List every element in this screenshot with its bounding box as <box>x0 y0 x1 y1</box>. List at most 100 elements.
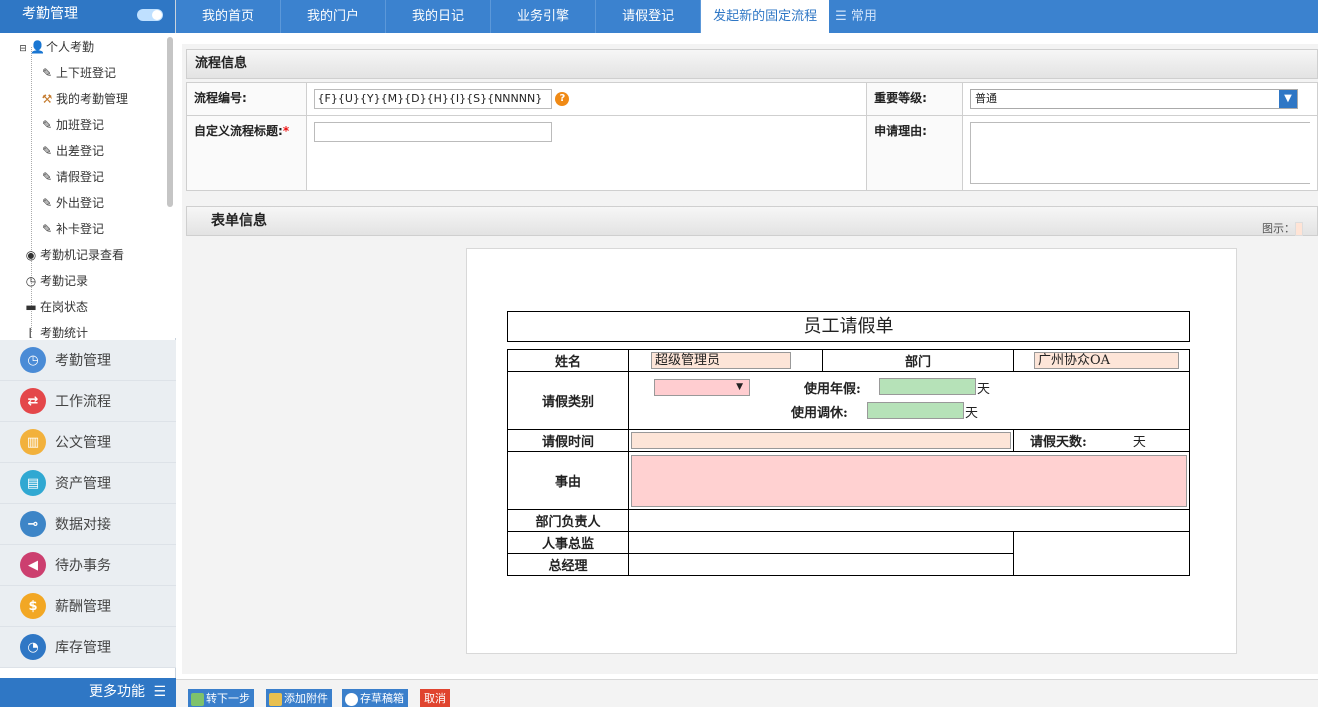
annual-day-unit: 天 <box>977 382 991 397</box>
flow-no-label: 流程编号: <box>186 82 307 116</box>
name-field[interactable]: 超级管理员 <box>651 352 791 369</box>
tree-item-leave[interactable]: ✎ 请假登记 <box>40 166 104 188</box>
menu-data-integration[interactable]: ⊸ 数据对接 <box>0 504 176 545</box>
leave-form-title: 员工请假单 <box>507 311 1190 342</box>
form-paper: 员工请假单 姓名 超级管理员 部门 广州协众OA 请假类别 ▼ 使用年假: 天 … <box>466 248 1237 654</box>
menu-label: 待办事务 <box>55 558 111 574</box>
asset-icon: ▤ <box>20 470 46 496</box>
reason-field[interactable] <box>631 454 1187 507</box>
tree-scrollbar[interactable] <box>167 37 173 207</box>
workflow-icon: ⇄ <box>20 388 46 414</box>
menu-label: 数据对接 <box>55 517 111 533</box>
menu-inventory[interactable]: ◔ 库存管理 <box>0 627 176 668</box>
tree-item-label: 考勤统计 <box>40 326 89 338</box>
collapse-icon[interactable]: ⊟ <box>18 38 28 60</box>
legend-label: 图示： <box>1262 222 1295 235</box>
user-icon: 👤 <box>30 40 45 54</box>
tab-portal[interactable]: 我的门户 <box>281 0 387 33</box>
more-functions-label: 更多功能 <box>88 684 145 700</box>
add-attachment-button[interactable]: 添加附件 <box>266 689 332 707</box>
tab-business-engine[interactable]: 业务引擎 <box>491 0 597 33</box>
required-star: * <box>282 124 290 138</box>
toggle-knob-icon <box>152 10 162 20</box>
tab-home[interactable]: 我的首页 <box>176 0 282 33</box>
tree-item-overtime[interactable]: ✎ 加班登记 <box>40 114 104 136</box>
comp-leave-field[interactable] <box>867 402 964 419</box>
tab-new-fixed-flow[interactable]: 发起新的固定流程 <box>701 0 830 33</box>
module-menu: ◷ 考勤管理 ⇄ 工作流程 ▥ 公文管理 ▤ 资产管理 ⊸ 数据对接 ◀ 待办事务 $ 薪酬管… <box>0 340 176 668</box>
importance-label: 重要等级: <box>866 82 963 116</box>
flow-info-title: 流程信息 <box>195 56 248 71</box>
tree-item-my-attendance[interactable]: ⚒ 我的考勤管理 <box>40 88 128 110</box>
app-window: 考勤管理 ⊟ 👤个人考勤 ✎ 上下班登记 ⚒ 我的考勤管理 ✎ 加班登记 ✎ 出差登记 ✎… <box>0 0 1318 707</box>
comp-leave-label: 使用调休: <box>791 406 848 421</box>
legend: 图示： <box>1262 215 1303 243</box>
more-functions-button[interactable]: 更多功能 ☰ <box>0 678 176 707</box>
help-icon[interactable]: ? <box>555 92 570 106</box>
tree-item-business-trip[interactable]: ✎ 出差登记 <box>40 140 104 162</box>
menu-todo[interactable]: ◀ 待办事务 <box>0 545 176 586</box>
menu-assets[interactable]: ▤ 资产管理 <box>0 463 176 504</box>
tree-item-on-duty[interactable]: ▬ 在岗状态 <box>24 296 88 318</box>
flow-info-header: 流程信息 <box>186 49 1318 79</box>
tree-item-machine-records[interactable]: ◉ 考勤机记录查看 <box>24 244 124 266</box>
comp-day-unit: 天 <box>965 406 979 421</box>
document-icon: ▥ <box>20 429 46 455</box>
next-step-button[interactable]: 转下一步 <box>188 689 254 707</box>
tree-item-statistics[interactable]: ⌊ 考勤统计 <box>24 322 88 338</box>
dept-field[interactable]: 广州协众OA <box>1034 352 1179 369</box>
signature-cell <box>1013 531 1190 576</box>
tree-item-outing[interactable]: ✎ 外出登记 <box>40 192 104 214</box>
flow-no-input[interactable]: {F}{U}{Y}{M}{D}{H}{I}{S}{NNNNN} <box>313 89 552 109</box>
edit-icon: ✎ <box>41 118 53 132</box>
tab-common[interactable]: ☰ 常用 <box>829 0 883 33</box>
edit-icon: ✎ <box>41 144 53 158</box>
tab-leave-register[interactable]: 请假登记 <box>596 0 702 33</box>
tree-item-clock-in[interactable]: ✎ 上下班登记 <box>40 62 116 84</box>
tree-item-label: 在岗状态 <box>40 300 89 314</box>
tree-item-label: 考勤记录 <box>40 274 89 288</box>
tree-root-personal-attendance[interactable]: ⊟ 👤个人考勤 <box>18 36 94 58</box>
importance-value: 普通 <box>975 92 997 105</box>
menu-workflow[interactable]: ⇄ 工作流程 <box>0 381 176 422</box>
main-content: 流程信息 流程编号: {F}{U}{Y}{M}{D}{H}{I}{S}{NNNN… <box>182 44 1318 674</box>
reason-textarea[interactable] <box>970 122 1310 184</box>
name-label: 姓名 <box>507 349 629 372</box>
leave-type-select[interactable]: ▼ <box>654 379 750 396</box>
edit-icon: ✎ <box>41 66 53 80</box>
sidebar-toggle[interactable] <box>137 9 163 21</box>
save-icon <box>345 692 358 706</box>
custom-title-input[interactable] <box>313 122 552 142</box>
menu-documents[interactable]: ▥ 公文管理 <box>0 422 176 463</box>
tree-item-card-makeup[interactable]: ✎ 补卡登记 <box>40 218 104 240</box>
card-icon: ▬ <box>25 300 37 314</box>
dept-label: 部门 <box>822 349 1014 372</box>
chevron-down-icon[interactable]: ▼ <box>1279 90 1297 108</box>
leave-time-field[interactable] <box>631 432 1011 449</box>
tools-icon: ⚒ <box>41 92 53 106</box>
leave-form: 员工请假单 姓名 超级管理员 部门 广州协众OA 请假类别 ▼ 使用年假: 天 … <box>507 311 1190 576</box>
sidebar-header: 考勤管理 <box>0 0 175 33</box>
money-bag-icon: $ <box>20 593 46 619</box>
menu-label: 工作流程 <box>55 394 111 410</box>
menu-salary[interactable]: $ 薪酬管理 <box>0 586 176 627</box>
hr-director-label: 人事总监 <box>507 531 629 554</box>
leave-days-label: 请假天数: <box>1030 435 1087 450</box>
edit-icon: ✎ <box>41 222 53 236</box>
leave-days-cell: 请假天数: 天 <box>1013 429 1190 452</box>
reason-label: 申请理由: <box>866 115 963 191</box>
tab-diary[interactable]: 我的日记 <box>386 0 492 33</box>
form-info-title: 表单信息 <box>211 213 267 229</box>
importance-select[interactable]: 普通 ▼ <box>970 89 1298 109</box>
chart-icon: ⌊ <box>28 326 34 338</box>
menu-attendance[interactable]: ◷ 考勤管理 <box>0 340 176 381</box>
reason-label-leave: 事由 <box>507 451 629 510</box>
cancel-button[interactable]: 取消 <box>420 689 450 707</box>
clock-icon: ◷ <box>25 274 37 288</box>
annual-leave-field[interactable] <box>879 378 976 395</box>
hr-director-cell <box>628 531 1014 554</box>
leave-type-label: 请假类别 <box>507 371 629 430</box>
tree-item-records[interactable]: ◷ 考勤记录 <box>24 270 88 292</box>
save-draft-button[interactable]: 存草稿箱 <box>342 689 408 707</box>
tab-common-label: 常用 <box>850 9 877 24</box>
